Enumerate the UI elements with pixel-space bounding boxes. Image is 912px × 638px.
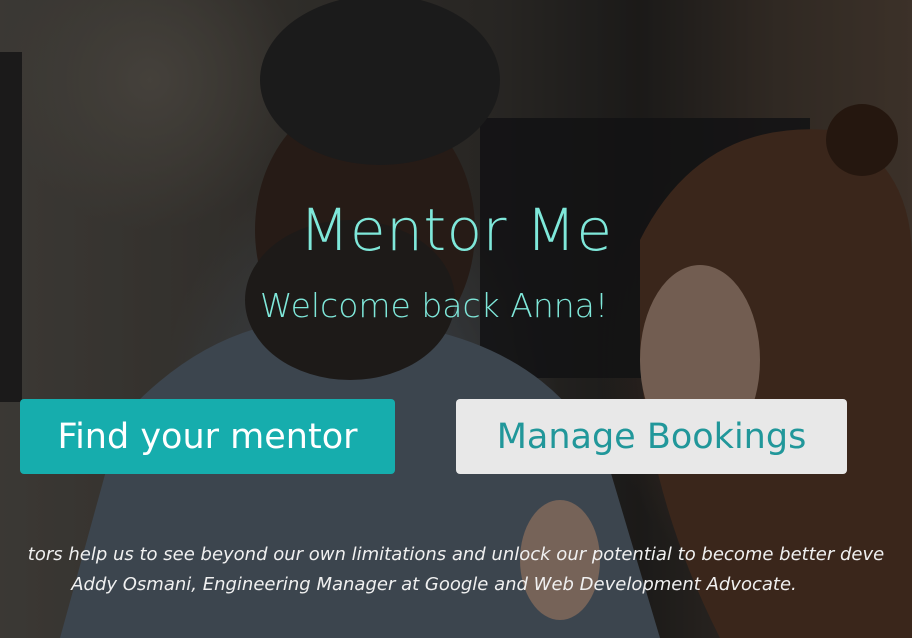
welcome-message: Welcome back Anna! — [259, 286, 609, 325]
quote-text: tors help us to see beyond our own limit… — [27, 544, 885, 565]
manage-bookings-label: Manage Bookings — [496, 416, 807, 457]
find-mentor-label: Find your mentor — [57, 416, 358, 457]
find-mentor-button[interactable]: Find your mentor — [20, 399, 395, 474]
page-title: Mentor Me — [299, 196, 613, 264]
manage-bookings-button[interactable]: Manage Bookings — [456, 399, 847, 474]
quote-author: Addy Osmani, Engineering Manager at Goog… — [71, 574, 797, 595]
